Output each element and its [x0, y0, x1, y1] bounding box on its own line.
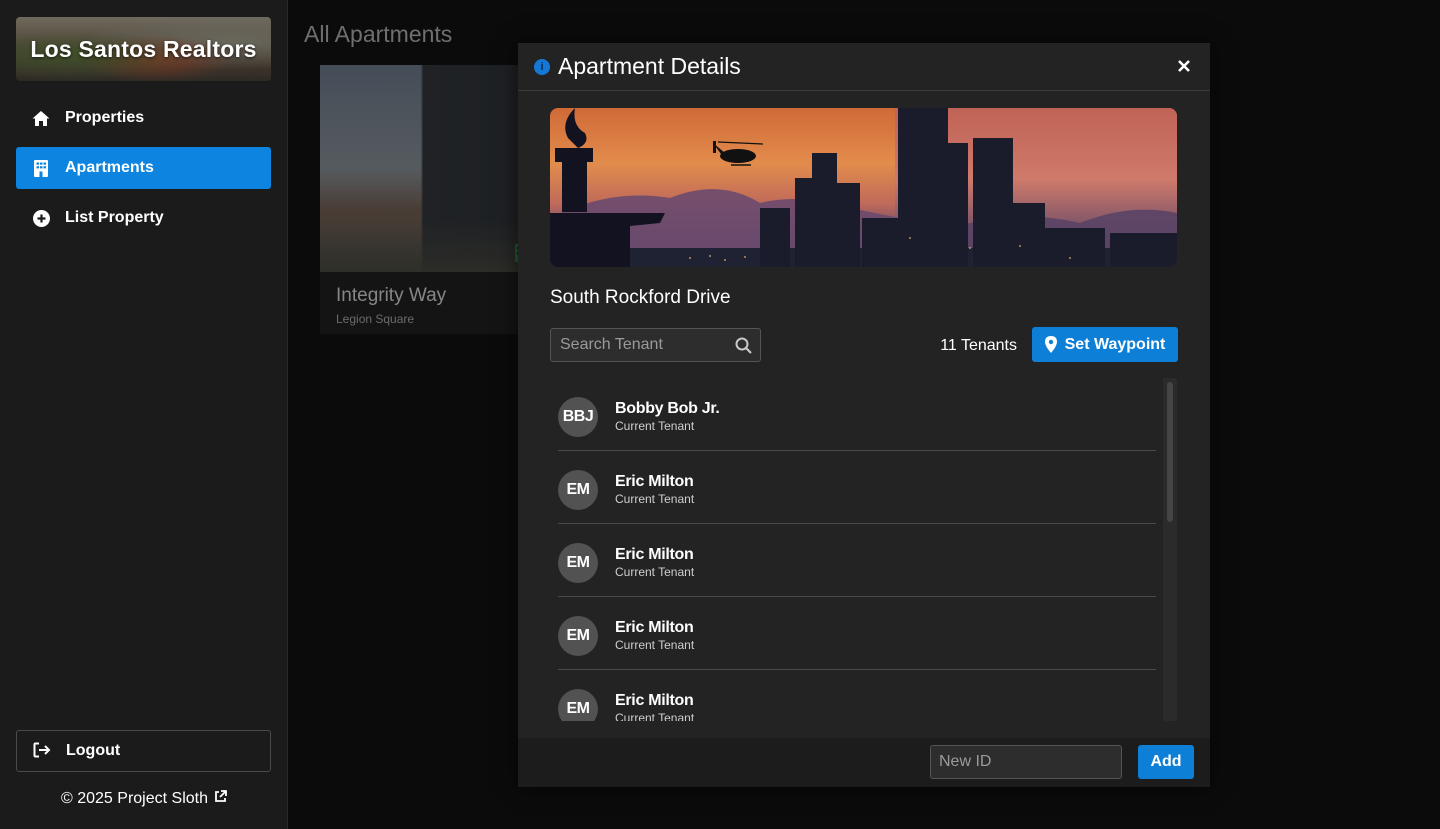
tenant-name: Eric Milton	[615, 473, 694, 490]
avatar: EM	[558, 616, 598, 656]
search-tenant-input[interactable]	[560, 336, 725, 354]
tenant-name: Eric Milton	[615, 546, 694, 563]
tenant-name: Eric Milton	[615, 692, 694, 709]
building-icon	[32, 159, 50, 177]
avatar: EM	[558, 470, 598, 510]
avatar: BBJ	[558, 397, 598, 437]
apartment-name: South Rockford Drive	[550, 287, 731, 308]
tenant-row[interactable]: EM Eric Milton Current Tenant	[558, 451, 1156, 524]
tenant-role: Current Tenant	[615, 565, 695, 579]
tenant-row[interactable]: EM Eric Milton Current Tenant	[558, 670, 1156, 721]
logout-label: Logout	[66, 742, 121, 759]
tenant-list-scrollbar[interactable]	[1163, 378, 1177, 721]
avatar: EM	[558, 689, 598, 721]
modal-header: i Apartment Details	[518, 43, 1210, 91]
page-title: All Apartments	[304, 21, 453, 47]
tenant-name: Eric Milton	[615, 619, 694, 636]
tenant-role: Current Tenant	[615, 711, 695, 721]
close-button[interactable]	[1174, 56, 1194, 76]
new-id-field[interactable]	[930, 745, 1122, 779]
copyright-link[interactable]: © 2025 Project Sloth	[0, 790, 288, 808]
new-id-input[interactable]	[939, 753, 1114, 771]
tenant-name: Bobby Bob Jr.	[615, 400, 720, 417]
tenant-count: 11 Tenants	[940, 337, 1017, 354]
sidebar-item-apartments[interactable]: Apartments	[16, 147, 271, 189]
logout-button[interactable]: Logout	[16, 730, 271, 772]
tenant-row[interactable]: BBJ Bobby Bob Jr. Current Tenant	[558, 378, 1156, 451]
apartment-hero-image	[550, 108, 1177, 267]
tenant-role: Current Tenant	[615, 492, 695, 506]
logout-icon	[33, 742, 51, 760]
brand-title: Los Santos Realtors	[30, 35, 257, 62]
apartment-card-title: Integrity Way	[336, 285, 447, 306]
sidebar: Los Santos Realtors Properties Apartment…	[0, 0, 288, 829]
apartment-card-subtitle: Legion Square	[336, 312, 415, 326]
sidebar-item-label: Apartments	[65, 159, 154, 176]
sidebar-item-label: List Property	[65, 209, 164, 226]
scrollbar-thumb[interactable]	[1167, 382, 1173, 522]
home-icon	[32, 109, 50, 127]
brand-banner: Los Santos Realtors	[16, 17, 271, 81]
sidebar-item-list-property[interactable]: List Property	[16, 197, 271, 239]
tenant-list: BBJ Bobby Bob Jr. Current Tenant EM Eric…	[558, 378, 1156, 721]
tenant-row[interactable]: EM Eric Milton Current Tenant	[558, 597, 1156, 670]
external-link-icon	[214, 790, 227, 808]
copyright-text: © 2025 Project Sloth	[61, 790, 208, 807]
tenant-role: Current Tenant	[615, 419, 695, 433]
sidebar-item-label: Properties	[65, 109, 145, 126]
set-waypoint-label: Set Waypoint	[1064, 335, 1166, 353]
add-tenant-button[interactable]: Add	[1138, 745, 1194, 779]
map-pin-icon	[1044, 336, 1057, 353]
apartment-details-modal: i Apartment Details South Rockford Drive…	[518, 43, 1210, 787]
close-icon	[1178, 60, 1190, 72]
set-waypoint-button[interactable]: Set Waypoint	[1032, 327, 1178, 362]
info-icon: i	[534, 58, 550, 75]
search-icon[interactable]	[735, 337, 752, 354]
plus-circle-icon	[32, 209, 50, 227]
search-tenant-field[interactable]	[550, 328, 761, 362]
tenant-role: Current Tenant	[615, 638, 695, 652]
avatar: EM	[558, 543, 598, 583]
modal-footer: Add	[518, 738, 1210, 787]
sidebar-item-properties[interactable]: Properties	[16, 97, 271, 139]
modal-title: Apartment Details	[558, 53, 741, 79]
tenant-row[interactable]: EM Eric Milton Current Tenant	[558, 524, 1156, 597]
